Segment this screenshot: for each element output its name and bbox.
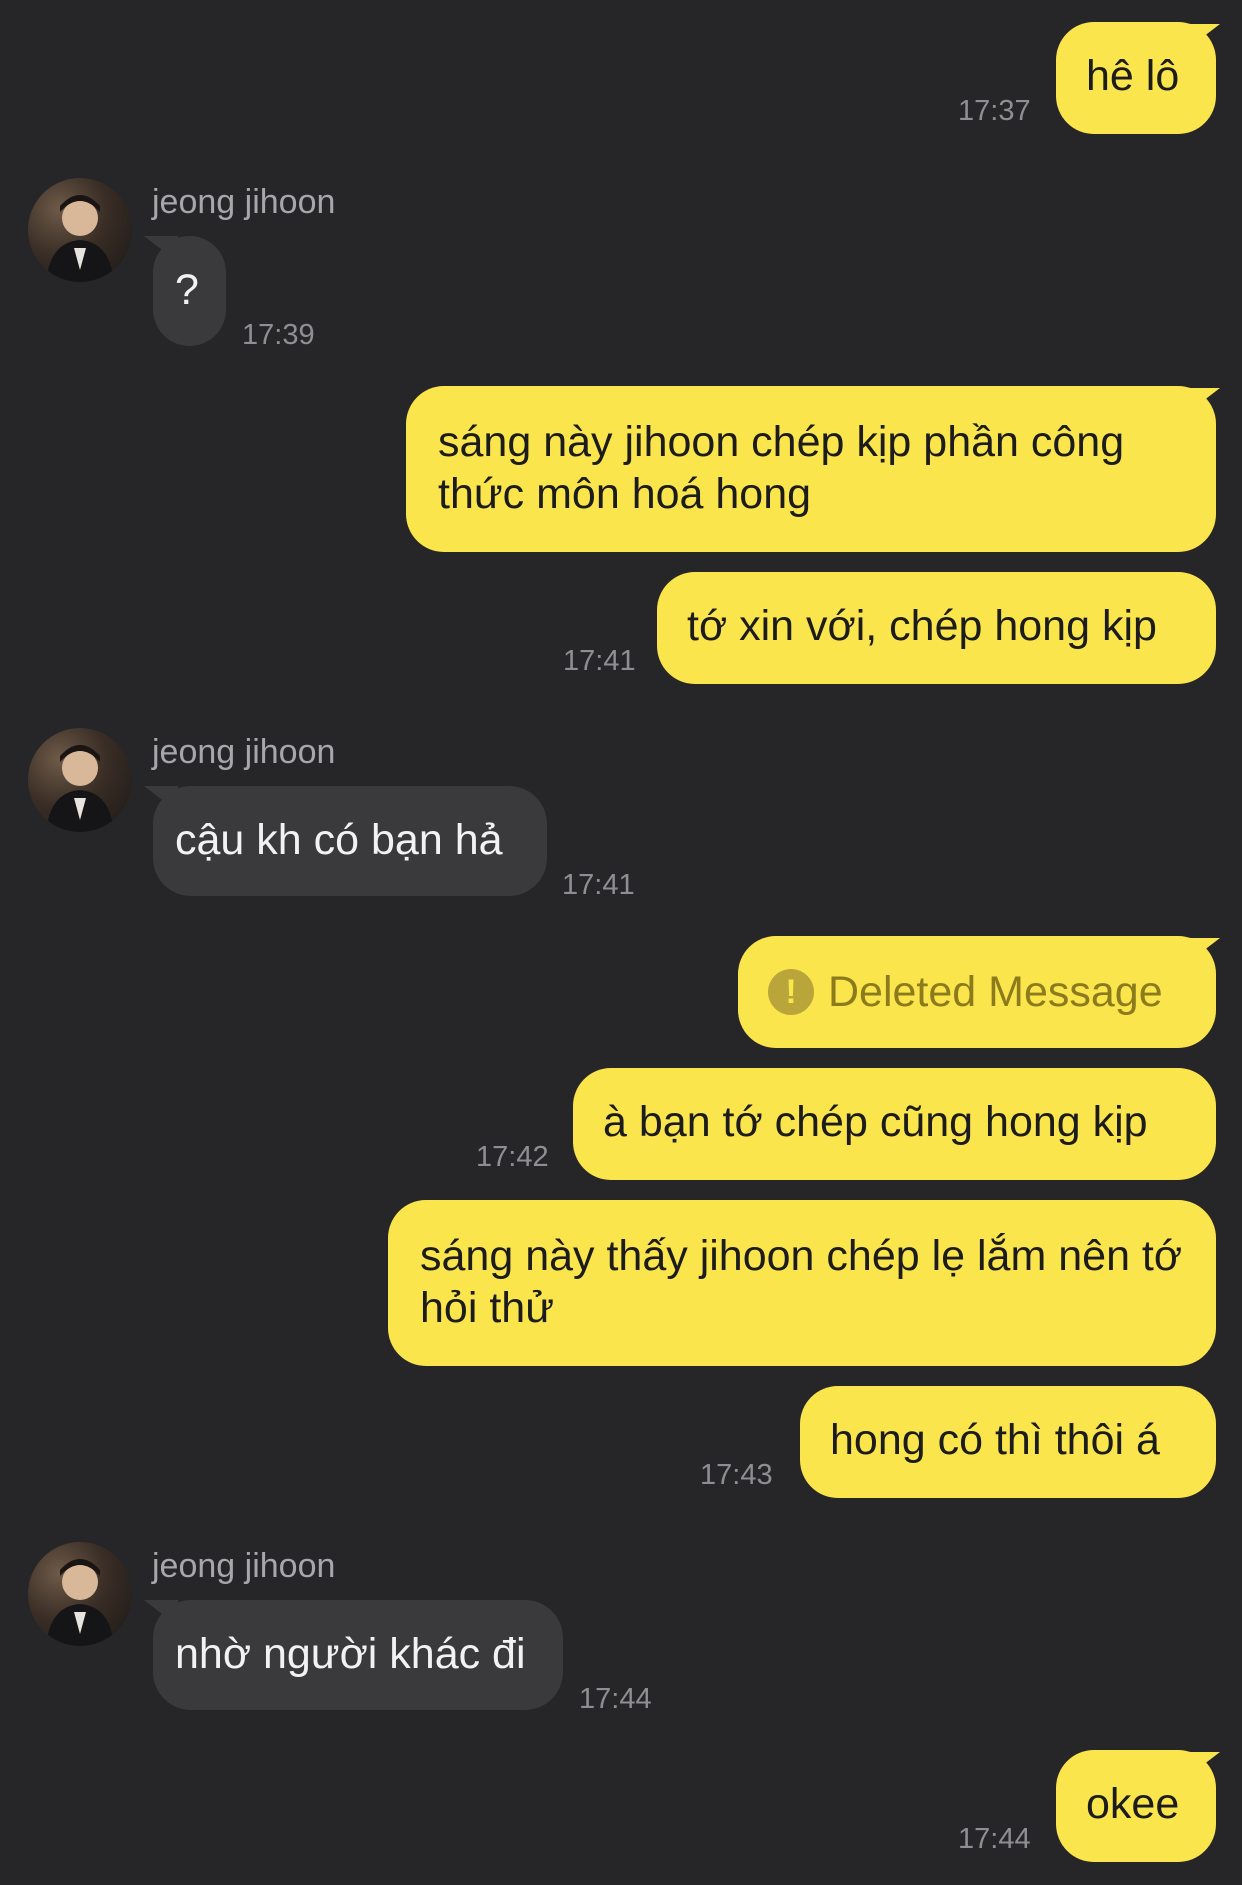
message-bubble-outgoing[interactable]: hong có thì thôi á [800, 1386, 1216, 1498]
message-text: cậu kh có bạn hả [175, 816, 503, 864]
message-text: ? [175, 266, 199, 314]
deleted-message-label: Deleted Message [828, 968, 1163, 1016]
warning-icon: ! [768, 969, 814, 1015]
message-time: 17:39 [242, 319, 315, 351]
avatar-image [46, 195, 114, 282]
message-bubble-outgoing[interactable]: sáng này jihoon chép kịp phần công thức … [406, 386, 1216, 552]
avatar[interactable] [28, 728, 132, 832]
sender-name: jeong jihoon [152, 183, 336, 221]
message-bubble-outgoing[interactable]: à bạn tớ chép cũng hong kịp [573, 1068, 1216, 1180]
message-time: 17:44 [958, 1823, 1031, 1855]
message-bubble-outgoing[interactable]: tớ xin với, chép hong kịp [657, 572, 1216, 684]
message-text: hong có thì thôi á [830, 1416, 1160, 1464]
message-text: hê lô [1086, 52, 1180, 100]
message-bubble-outgoing[interactable]: hê lô [1056, 22, 1216, 134]
message-bubble-incoming[interactable]: ? [153, 236, 226, 346]
message-text: à bạn tớ chép cũng hong kịp [603, 1098, 1148, 1146]
message-bubble-outgoing[interactable]: sáng này thấy jihoon chép lẹ lắm nên tớ … [388, 1200, 1216, 1366]
avatar[interactable] [28, 178, 132, 282]
avatar[interactable] [28, 1542, 132, 1646]
message-time: 17:37 [958, 95, 1031, 127]
deleted-message-bubble[interactable]: ! Deleted Message [738, 936, 1216, 1048]
sender-name: jeong jihoon [152, 733, 336, 771]
message-bubble-outgoing[interactable]: okee [1056, 1750, 1216, 1862]
avatar-image [46, 745, 114, 832]
message-time: 17:43 [700, 1459, 773, 1491]
message-time: 17:42 [476, 1141, 549, 1173]
message-bubble-incoming[interactable]: cậu kh có bạn hả [153, 786, 547, 896]
message-time: 17:41 [562, 869, 635, 901]
sender-name: jeong jihoon [152, 1547, 336, 1585]
message-text: sáng này thấy jihoon chép lẹ lắm nên tớ … [420, 1232, 1183, 1332]
avatar-image [46, 1559, 114, 1646]
message-text: tớ xin với, chép hong kịp [687, 602, 1157, 650]
message-time: 17:41 [563, 645, 636, 677]
message-text: sáng này jihoon chép kịp phần công thức … [438, 418, 1125, 518]
message-text: nhờ người khác đi [175, 1630, 526, 1678]
message-time: 17:44 [579, 1683, 652, 1715]
message-text: okee [1086, 1780, 1180, 1828]
message-bubble-incoming[interactable]: nhờ người khác đi [153, 1600, 563, 1710]
